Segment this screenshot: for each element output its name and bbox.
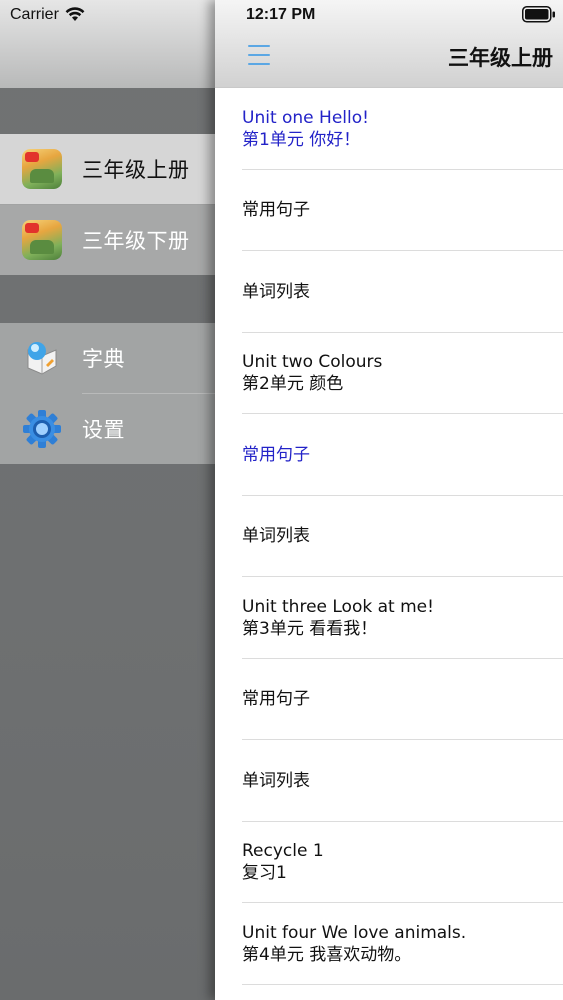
drawer-item-label: 字典: [82, 347, 125, 371]
list-item-subtitle: 复习1: [242, 863, 287, 884]
book-list: 三年级上册 三年级下册: [0, 134, 215, 275]
list-item[interactable]: Unit two Colours 第2单元 颜色: [215, 333, 563, 415]
drawer-item-label: 三年级下册: [82, 229, 190, 253]
list-item[interactable]: Recycle 1 复习1: [215, 822, 563, 904]
list-item[interactable]: Unit three Look at me! 第3单元 看看我！: [215, 577, 563, 659]
drawer-item-grade3-vol1[interactable]: 三年级上册: [0, 134, 215, 204]
list-item[interactable]: 单词列表: [215, 740, 563, 822]
list-item-title: 常用句子: [242, 200, 310, 221]
list-item-title: Unit one Hello!: [242, 107, 369, 128]
list-item-title: Unit four We love animals.: [242, 922, 467, 943]
list-item[interactable]: 单词列表: [215, 496, 563, 578]
list-item-title: Unit two Colours: [242, 352, 383, 373]
list-item-title: 常用句子: [242, 689, 310, 710]
list-item-title: Recycle 1: [242, 841, 324, 862]
list-item[interactable]: 常用句子: [215, 414, 563, 496]
list-item-subtitle: 第1单元 你好！: [242, 129, 361, 150]
list-item[interactable]: 常用句子: [215, 170, 563, 252]
list-item[interactable]: Unit one Hello! 第1单元 你好！: [215, 88, 563, 170]
drawer-item-label: 三年级上册: [82, 158, 190, 182]
list-item-subtitle: 第2单元 颜色: [242, 374, 344, 395]
main-panel: 12:17 PM 三年级上册 Unit one Hello! 第1单元 你好！ …: [215, 0, 563, 1000]
list-item-title: 单词列表: [242, 526, 310, 547]
menu-icon[interactable]: [248, 45, 270, 65]
list-item-title: Unit three Look at me!: [242, 596, 434, 617]
list-item-title: 单词列表: [242, 770, 310, 791]
book-cover-icon: [22, 220, 62, 260]
wifi-icon: [65, 7, 85, 21]
list-item-title: 常用句子: [242, 444, 310, 465]
list-item-title: 单词列表: [242, 281, 310, 302]
nav-bar: 12:17 PM 三年级上册: [215, 0, 563, 88]
drawer-item-settings[interactable]: 设置: [0, 394, 215, 464]
battery-icon: [522, 6, 555, 23]
gear-icon: [23, 410, 61, 448]
drawer-item-dictionary[interactable]: 字典: [0, 323, 215, 393]
page-title: 三年级上册: [448, 46, 553, 70]
list-item[interactable]: 常用句子: [215, 659, 563, 741]
list-item[interactable]: 单词列表: [215, 251, 563, 333]
drawer-item-label: 设置: [82, 418, 125, 442]
list-item-subtitle: 第3单元 看看我！: [242, 618, 378, 639]
book-cover-icon: [22, 149, 62, 189]
list-item[interactable]: Unit four We love animals. 第4单元 我喜欢动物。: [215, 903, 563, 985]
drawer-item-grade3-vol2[interactable]: 三年级下册: [0, 205, 215, 275]
status-time: 12:17 PM: [246, 6, 316, 23]
unit-list: Unit one Hello! 第1单元 你好！ 常用句子 单词列表 Unit …: [215, 88, 563, 985]
carrier-label: Carrier: [10, 6, 59, 23]
list-item-subtitle: 第4单元 我喜欢动物。: [242, 944, 412, 965]
dictionary-icon: [27, 342, 57, 375]
tools-list: 字典 设置: [0, 323, 215, 464]
